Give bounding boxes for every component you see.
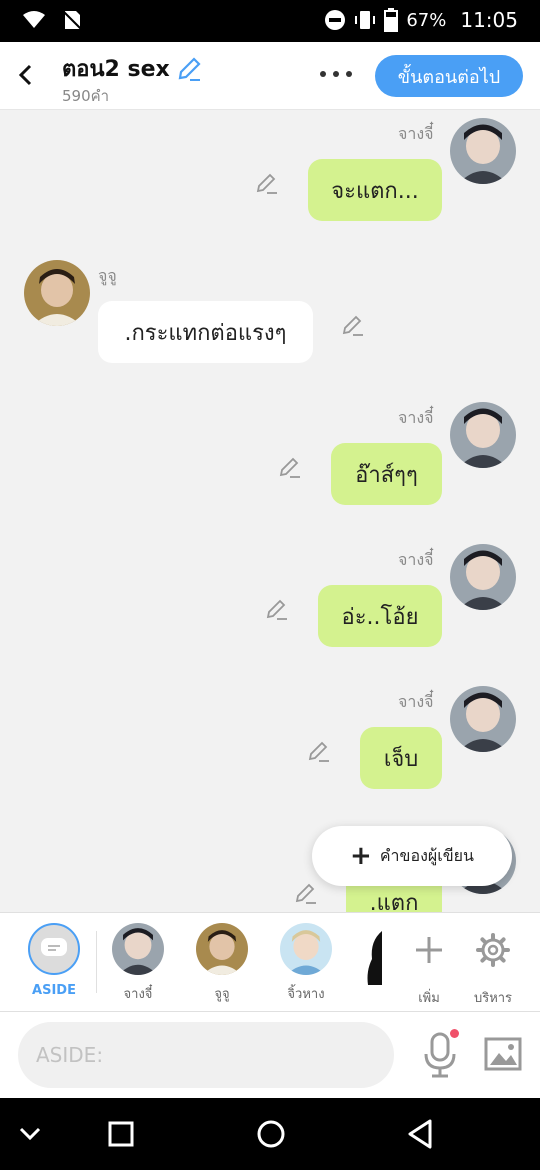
sender-name: จางจี๋ xyxy=(398,124,434,143)
character-label: จิ้วหาง xyxy=(287,987,325,1002)
avatar-image-zhangji xyxy=(450,686,516,752)
nav-back-icon[interactable] xyxy=(406,1118,434,1150)
author-note-label: คำของผู้เขียน xyxy=(379,845,474,865)
clock: 11:05 xyxy=(460,8,518,32)
character-item[interactable]: จูจู xyxy=(182,923,262,1004)
character-aside[interactable]: ASIDE xyxy=(14,923,94,998)
battery-icon xyxy=(384,8,399,32)
message-bubble[interactable]: .กระแทกต่อแรงๆ xyxy=(98,301,313,363)
plus-icon: + xyxy=(350,841,372,871)
next-step-button[interactable]: ขั้นตอนต่อไป xyxy=(375,55,523,97)
character-label: ASIDE xyxy=(32,983,76,998)
pencil-icon[interactable] xyxy=(307,739,331,763)
chat-area[interactable]: จางจี๋ จะแตก... จูจู .กระแทกต่อแรงๆ จางจ… xyxy=(0,110,540,912)
manage-characters-button[interactable]: บริหาร xyxy=(453,923,533,1008)
pencil-icon[interactable] xyxy=(265,597,289,621)
avatar-image-juju xyxy=(196,923,248,975)
nav-home-icon[interactable] xyxy=(256,1119,286,1149)
avatar-image-zhangji xyxy=(450,544,516,610)
composer: ASIDE: xyxy=(0,1012,540,1098)
avatar-image-zhangji xyxy=(450,118,516,184)
character-bar: ASIDE จางจี๋ จูจู จิ้วหาง เพิ่ม บริหาร xyxy=(0,912,540,1012)
pencil-icon[interactable] xyxy=(294,881,318,905)
avatar[interactable] xyxy=(450,402,516,468)
avatar-image-juju xyxy=(24,260,90,326)
character-item[interactable]: จิ้วหาง xyxy=(266,923,346,1004)
word-count: 590คำ xyxy=(62,87,110,105)
edit-icon[interactable] xyxy=(176,56,202,82)
nav-collapse-icon[interactable] xyxy=(18,1126,42,1142)
plus-icon xyxy=(416,937,442,963)
partial-avatar xyxy=(367,931,382,985)
image-icon[interactable] xyxy=(483,1034,523,1074)
sender-name: จูจู xyxy=(98,266,117,285)
vibrate-icon xyxy=(355,11,376,29)
pencil-icon[interactable] xyxy=(255,171,279,195)
pencil-icon[interactable] xyxy=(341,313,365,337)
avatar-image-jiuhang xyxy=(280,923,332,975)
top-bar: ตอน2 sex 590คำ ขั้นตอนต่อไป xyxy=(0,42,540,110)
gear-icon xyxy=(476,933,510,967)
avatar-image-zhangji xyxy=(112,923,164,975)
avatar[interactable] xyxy=(450,118,516,184)
message-bubble[interactable]: อ๊าส์ๆๆ xyxy=(331,443,442,505)
divider xyxy=(96,931,97,993)
avatar[interactable] xyxy=(450,544,516,610)
back-icon[interactable] xyxy=(14,60,38,90)
message-bubble[interactable]: จะแตก... xyxy=(308,159,442,221)
aside-icon xyxy=(28,923,80,975)
manage-label: บริหาร xyxy=(473,991,513,1006)
nav-recents-icon[interactable] xyxy=(107,1120,135,1148)
dnd-icon xyxy=(325,10,346,30)
system-nav-bar xyxy=(0,1098,540,1170)
avatar-image-zhangji xyxy=(450,402,516,468)
battery-percent: 67% xyxy=(406,9,447,31)
author-note-button[interactable]: + คำของผู้เขียน xyxy=(312,826,512,886)
chapter-title-text: ตอน2 sex xyxy=(62,57,170,82)
avatar[interactable] xyxy=(450,686,516,752)
sender-name: จางจี๋ xyxy=(398,408,434,427)
chapter-title: ตอน2 sex xyxy=(62,51,202,86)
pencil-icon[interactable] xyxy=(278,455,302,479)
sender-name: จางจี๋ xyxy=(398,550,434,569)
character-label: จางจี๋ xyxy=(123,987,153,1002)
recording-dot xyxy=(450,1029,459,1038)
status-bar: 67% 11:05 xyxy=(0,0,540,42)
avatar[interactable] xyxy=(24,260,90,326)
character-label: จูจู xyxy=(214,987,230,1002)
message-bubble[interactable]: อ่ะ..โอ้ย xyxy=(318,585,442,647)
sender-name: จางจี๋ xyxy=(398,692,434,711)
more-icon[interactable] xyxy=(318,62,354,86)
message-bubble[interactable]: เจ็บ xyxy=(360,727,442,789)
no-sim-icon xyxy=(62,10,82,30)
character-item[interactable]: จางจี๋ xyxy=(98,923,178,1004)
message-input[interactable]: ASIDE: xyxy=(18,1022,394,1088)
wifi-icon xyxy=(23,11,45,28)
